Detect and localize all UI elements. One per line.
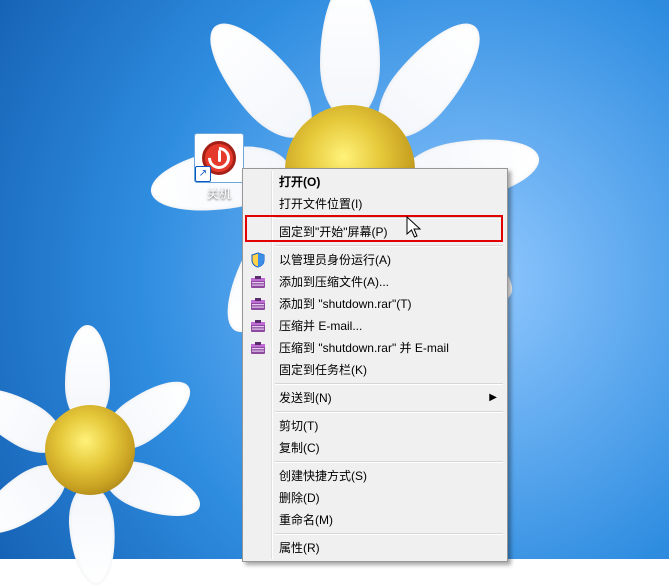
menu-item-cut[interactable]: 剪切(T) xyxy=(245,415,505,437)
menu-item-send-to[interactable]: 发送到(N) ▶ xyxy=(245,387,505,409)
menu-item-label: 添加到压缩文件(A)... xyxy=(279,275,389,289)
menu-item-open[interactable]: 打开(O) xyxy=(245,171,505,193)
menu-item-label: 压缩并 E-mail... xyxy=(279,319,362,333)
menu-item-compress-shutdown-and-email[interactable]: 压缩到 "shutdown.rar" 并 E-mail xyxy=(245,337,505,359)
shortcut-overlay-icon: ↗ xyxy=(195,166,211,182)
menu-item-label: 压缩到 "shutdown.rar" 并 E-mail xyxy=(279,341,449,355)
desktop-shortcut-shutdown[interactable]: ↗ 关机 xyxy=(190,133,248,202)
menu-item-run-as-admin[interactable]: 以管理员身份运行(A) xyxy=(245,249,505,271)
shortcut-icon-tile: ↗ xyxy=(194,133,244,183)
menu-item-add-to-archive[interactable]: 添加到压缩文件(A)... xyxy=(245,271,505,293)
shortcut-label: 关机 xyxy=(190,185,248,202)
menu-item-compress-and-email[interactable]: 压缩并 E-mail... xyxy=(245,315,505,337)
menu-item-label: 以管理员身份运行(A) xyxy=(279,253,391,267)
winrar-icon xyxy=(250,318,266,334)
menu-item-pin-to-start[interactable]: 固定到"开始"屏幕(P) xyxy=(245,221,505,243)
menu-item-delete[interactable]: 删除(D) xyxy=(245,487,505,509)
winrar-icon xyxy=(250,274,266,290)
wallpaper-flower-small xyxy=(0,330,210,570)
menu-item-label: 添加到 "shutdown.rar"(T) xyxy=(279,297,412,311)
menu-item-copy[interactable]: 复制(C) xyxy=(245,437,505,459)
menu-item-label: 发送到(N) xyxy=(279,391,332,405)
submenu-arrow-icon: ▶ xyxy=(489,387,497,409)
menu-item-open-file-location[interactable]: 打开文件位置(I) xyxy=(245,193,505,215)
winrar-icon xyxy=(250,296,266,312)
menu-item-create-shortcut[interactable]: 创建快捷方式(S) xyxy=(245,465,505,487)
shield-icon xyxy=(250,252,266,268)
winrar-icon xyxy=(250,340,266,356)
menu-item-rename[interactable]: 重命名(M) xyxy=(245,509,505,531)
menu-item-properties[interactable]: 属性(R) xyxy=(245,537,505,559)
menu-item-add-to-shutdown-rar[interactable]: 添加到 "shutdown.rar"(T) xyxy=(245,293,505,315)
menu-item-pin-to-taskbar[interactable]: 固定到任务栏(K) xyxy=(245,359,505,381)
context-menu: 打开(O) 打开文件位置(I) 固定到"开始"屏幕(P) 以管理员身份运行(A)… xyxy=(242,168,508,562)
